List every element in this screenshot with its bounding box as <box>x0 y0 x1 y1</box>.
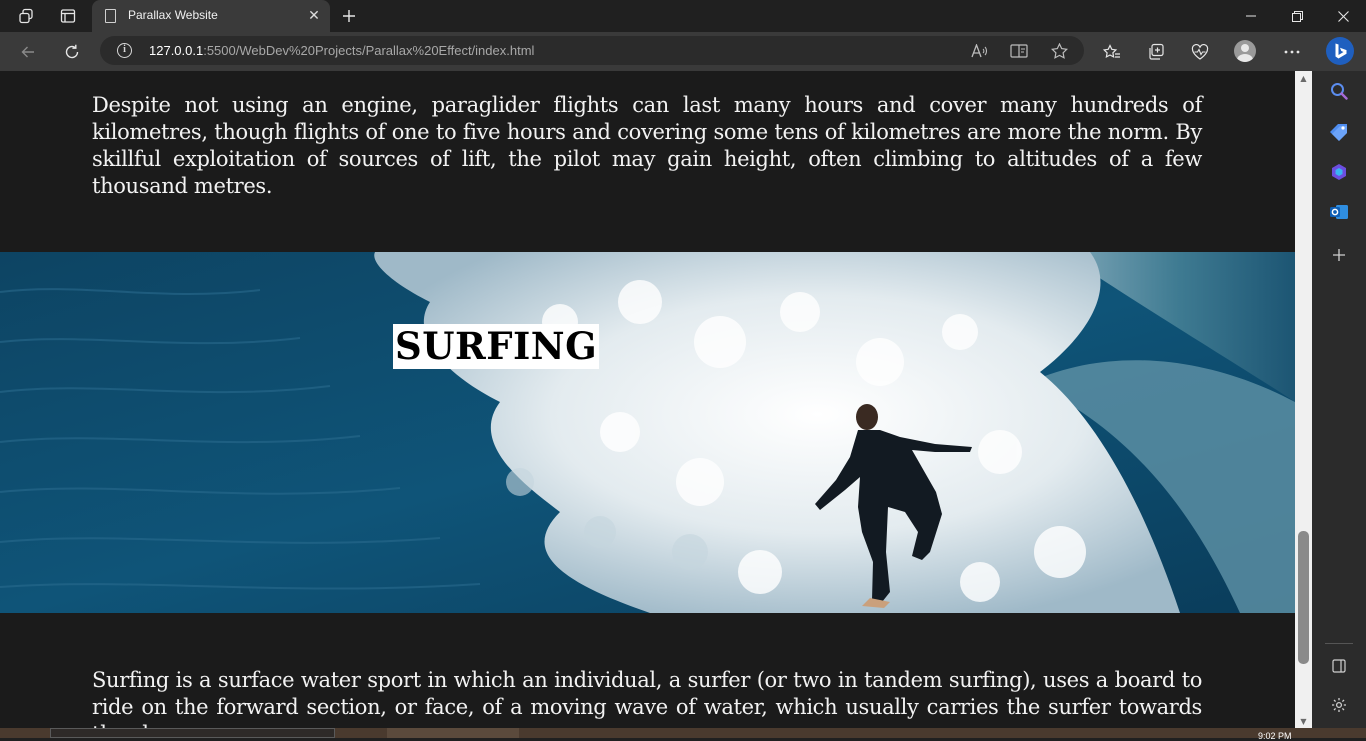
surfing-heading: SURFING <box>393 324 600 369</box>
close-tab-icon[interactable]: ✕ <box>304 6 324 26</box>
surfer-wave-image <box>0 252 1295 613</box>
workspaces-icon[interactable] <box>12 4 40 28</box>
read-aloud-icon[interactable] <box>968 40 990 62</box>
hide-sidebar-icon[interactable] <box>1327 654 1351 678</box>
tab-actions-icon[interactable] <box>54 4 82 28</box>
surfing-parallax-image: SURFING <box>0 252 1295 613</box>
tab-title: Parallax Website <box>128 8 218 22</box>
active-tab[interactable]: Parallax Website ✕ <box>92 0 330 32</box>
edge-sidebar <box>1312 71 1366 738</box>
tab-strip: Parallax Website ✕ <box>0 0 1366 32</box>
taskbar-search-box[interactable] <box>50 728 335 738</box>
restore-button[interactable] <box>1274 0 1320 32</box>
shopping-tag-icon[interactable] <box>1327 120 1351 144</box>
favorites-icon[interactable] <box>1099 39 1125 65</box>
new-tab-button[interactable] <box>336 4 362 28</box>
paragliding-paragraph: Despite not using an engine, paraglider … <box>92 93 1202 198</box>
scroll-up-arrow-icon[interactable]: ▲ <box>1295 71 1312 85</box>
immersive-reader-icon[interactable] <box>1008 40 1030 62</box>
address-bar[interactable]: i 127.0.0.1:5500/WebDev%20Projects/Paral… <box>100 36 1084 65</box>
favorite-star-icon[interactable] <box>1048 40 1070 62</box>
profile-avatar[interactable] <box>1234 40 1256 62</box>
page-scrollbar[interactable]: ▲ ▼ <box>1295 71 1312 728</box>
page-viewport: Despite not using an engine, paraglider … <box>0 71 1295 728</box>
windows-taskbar: 9:02 PM <box>0 728 1366 741</box>
back-icon[interactable] <box>15 39 41 65</box>
scroll-down-arrow-icon[interactable]: ▼ <box>1295 714 1312 728</box>
office-icon[interactable] <box>1327 160 1351 184</box>
minimize-button[interactable] <box>1228 0 1274 32</box>
browser-essentials-icon[interactable] <box>1187 39 1213 65</box>
site-info-icon[interactable]: i <box>117 43 132 58</box>
scrollbar-thumb[interactable] <box>1298 531 1309 664</box>
collections-icon[interactable] <box>1143 39 1169 65</box>
settings-more-icon[interactable] <box>1279 39 1305 65</box>
sidebar-divider <box>1325 643 1353 644</box>
add-sidebar-app-icon[interactable] <box>1327 243 1351 267</box>
taskbar-active-app[interactable] <box>387 728 519 738</box>
url-host: 127.0.0.1 <box>149 43 204 58</box>
refresh-icon[interactable] <box>59 39 85 65</box>
bing-copilot-icon[interactable] <box>1325 36 1355 66</box>
outlook-icon[interactable] <box>1327 200 1351 224</box>
browser-toolbar: i 127.0.0.1:5500/WebDev%20Projects/Paral… <box>0 32 1366 71</box>
sidebar-settings-gear-icon[interactable] <box>1327 693 1351 717</box>
url-path: :5500/WebDev%20Projects/Parallax%20Effec… <box>203 43 535 58</box>
page-icon <box>105 9 116 23</box>
surfing-paragraph: Surfing is a surface water sport in whic… <box>92 668 1202 728</box>
search-icon[interactable] <box>1327 79 1351 103</box>
taskbar-clock: 9:02 PM <box>1258 731 1292 741</box>
url-text[interactable]: 127.0.0.1:5500/WebDev%20Projects/Paralla… <box>149 43 534 58</box>
close-window-button[interactable] <box>1320 0 1366 32</box>
